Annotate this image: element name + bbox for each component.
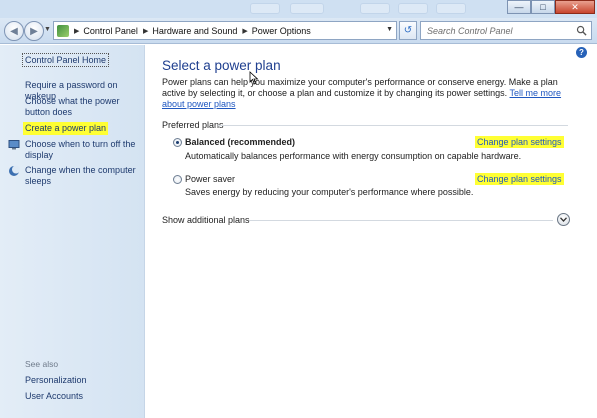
balanced-plan-description: Automatically balances performance with … — [185, 151, 522, 161]
sidebar-link-turn-off-display[interactable]: Choose when to turn off the display — [25, 139, 143, 161]
sidebar: Control Panel Home Require a password on… — [0, 45, 145, 418]
refresh-icon: ↺ — [403, 25, 413, 36]
control-panel-icon — [57, 24, 69, 37]
see-also-heading: See also — [25, 359, 59, 369]
power-saver-change-plan-settings-link[interactable]: Change plan settings — [475, 173, 564, 185]
sidebar-link-power-button[interactable]: Choose what the power button does — [25, 96, 143, 118]
blurred-tab — [398, 3, 428, 14]
forward-arrow-icon: ▶ — [30, 25, 38, 37]
intro-paragraph: Power plans can help you maximize your c… — [162, 77, 558, 98]
search-input[interactable] — [427, 25, 572, 36]
breadcrumb-separator-icon[interactable]: ▶ — [242, 27, 247, 35]
navigation-bar: ◀ ▶ ▼ ▶ Control Panel ▶ Hardware and Sou… — [0, 18, 597, 44]
balanced-change-plan-settings-link[interactable]: Change plan settings — [475, 136, 564, 148]
additional-plans-divider — [249, 220, 553, 221]
forward-button[interactable]: ▶ — [24, 21, 44, 41]
moon-sleep-icon — [9, 165, 20, 176]
preferred-plans-heading: Preferred plans — [162, 120, 224, 130]
close-button[interactable]: ✕ — [555, 0, 595, 14]
breadcrumb-control-panel[interactable]: Control Panel — [83, 26, 138, 36]
page-title: Select a power plan — [162, 58, 281, 73]
search-box[interactable] — [420, 21, 592, 40]
control-panel-home-link[interactable]: Control Panel Home — [22, 53, 110, 67]
maximize-button[interactable]: □ — [531, 0, 555, 14]
show-additional-plans-label[interactable]: Show additional plans — [162, 215, 250, 225]
address-dropdown-icon[interactable]: ▼ — [386, 26, 393, 33]
minimize-icon: — — [514, 2, 524, 12]
blurred-tab — [360, 3, 390, 14]
blurred-tab — [436, 3, 466, 14]
sidebar-link-computer-sleeps[interactable]: Change when the computer sleeps — [25, 165, 143, 187]
power-saver-plan-name[interactable]: Power saver — [185, 174, 235, 184]
chevron-down-icon — [560, 217, 567, 222]
window-title-bar: — □ ✕ — [0, 0, 597, 18]
back-arrow-icon: ◀ — [10, 25, 18, 37]
maximize-icon: □ — [540, 2, 546, 12]
breadcrumb-separator-icon[interactable]: ▶ — [74, 27, 79, 35]
taskbar-thumbnails — [250, 0, 515, 16]
see-also-user-accounts-link[interactable]: User Accounts — [25, 391, 143, 402]
breadcrumb-hardware-and-sound[interactable]: Hardware and Sound — [152, 26, 237, 36]
window-controls: — □ ✕ — [507, 0, 595, 16]
sidebar-link-create-power-plan[interactable]: Create a power plan — [23, 122, 109, 135]
power-saver-plan-radio[interactable] — [173, 175, 182, 184]
minimize-button[interactable]: — — [507, 0, 531, 14]
monitor-icon — [8, 140, 20, 150]
recent-pages-dropdown[interactable]: ▼ — [44, 26, 51, 33]
expand-additional-plans-button[interactable] — [557, 213, 570, 226]
help-icon[interactable]: ? — [576, 47, 587, 58]
intro-text: Power plans can help you maximize your c… — [162, 77, 574, 110]
main-content: ? Select a power plan Power plans can he… — [146, 45, 597, 418]
breadcrumb-power-options[interactable]: Power Options — [252, 26, 311, 36]
see-also-personalization-link[interactable]: Personalization — [25, 375, 143, 386]
balanced-plan-name[interactable]: Balanced (recommended) — [185, 137, 295, 147]
back-button[interactable]: ◀ — [4, 21, 24, 41]
address-bar[interactable]: ▶ Control Panel ▶ Hardware and Sound ▶ P… — [53, 21, 397, 40]
power-saver-plan-description: Saves energy by reducing your computer's… — [185, 187, 474, 197]
blurred-tab — [290, 3, 324, 14]
balanced-plan-radio[interactable] — [173, 138, 182, 147]
breadcrumb-separator-icon[interactable]: ▶ — [143, 27, 148, 35]
blurred-tab — [250, 3, 280, 14]
close-icon: ✕ — [571, 1, 579, 12]
search-icon[interactable] — [576, 25, 587, 36]
group-divider — [218, 125, 568, 126]
refresh-button[interactable]: ↺ — [399, 21, 417, 40]
